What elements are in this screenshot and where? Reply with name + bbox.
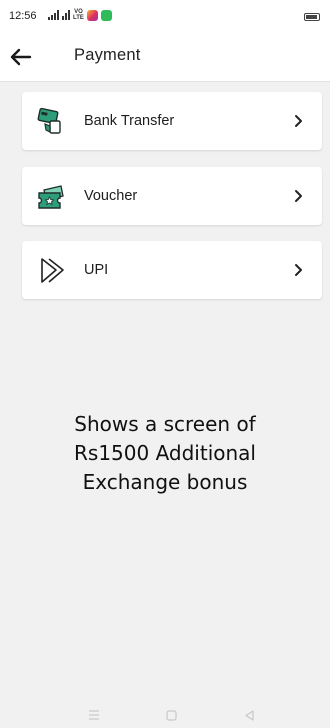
status-bar: 12:56 VO LTE: [0, 0, 330, 34]
page-title: Payment: [74, 46, 141, 64]
system-nav-bar: [0, 700, 330, 728]
option-upi[interactable]: UPI: [22, 241, 322, 299]
app-header: 12:56 VO LTE Payment: [0, 0, 330, 82]
arrow-left-icon: [10, 48, 32, 66]
back-button[interactable]: [6, 42, 36, 72]
option-voucher[interactable]: Voucher: [22, 167, 322, 225]
menu-icon[interactable]: [88, 710, 100, 720]
instagram-icon: [86, 9, 98, 21]
voucher-icon: [38, 185, 64, 209]
option-bank-transfer[interactable]: Bank Transfer: [22, 92, 322, 150]
volte-icon: VO LTE: [73, 9, 84, 21]
back-triangle-icon[interactable]: [244, 710, 255, 721]
chevron-right-icon: [295, 190, 302, 202]
chevron-right-icon: [295, 264, 302, 276]
option-label: UPI: [84, 262, 109, 278]
status-time: 12:56: [9, 10, 37, 22]
status-icons: VO LTE: [48, 9, 112, 21]
battery-icon: [304, 13, 320, 21]
overlay-caption: Shows a screen of Rs1500 Additional Exch…: [74, 412, 256, 494]
option-label: Voucher: [84, 188, 138, 204]
upi-icon: [41, 258, 64, 283]
bank-transfer-icon: [37, 107, 61, 134]
home-icon[interactable]: [166, 710, 177, 721]
signal-icon-2: [62, 10, 70, 20]
option-label: Bank Transfer: [84, 113, 175, 129]
chevron-right-icon: [295, 115, 302, 127]
whatsapp-icon: [100, 9, 112, 21]
signal-icon: [48, 10, 59, 20]
